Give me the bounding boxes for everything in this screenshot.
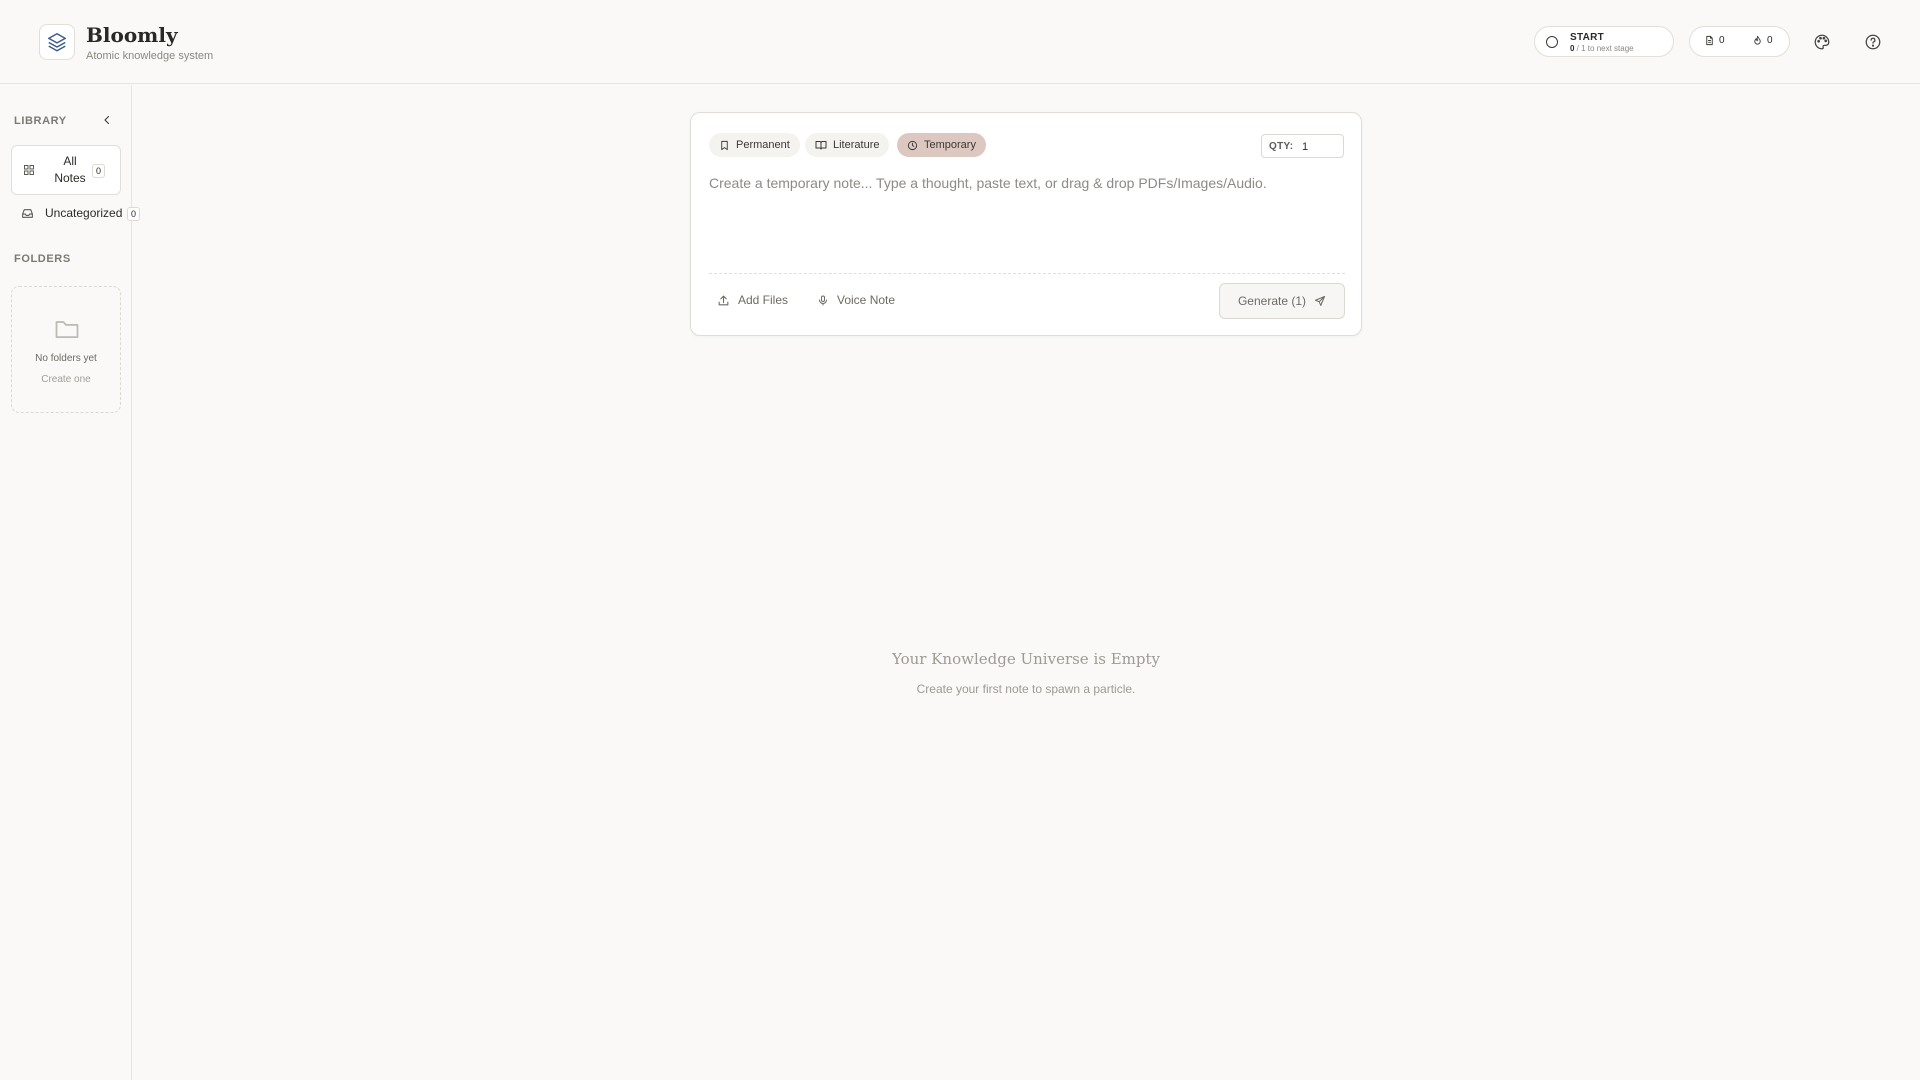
file-icon: [1706, 35, 1713, 46]
quantity-field[interactable]: QTY:: [1261, 134, 1344, 158]
tab-permanent[interactable]: Permanent: [709, 133, 800, 157]
sidebar-item-uncategorized[interactable]: Uncategorized 0: [11, 203, 141, 223]
library-heading: LIBRARY: [14, 115, 67, 127]
uncategorized-label: Uncategorized: [45, 206, 123, 220]
stats-pill[interactable]: 0 0: [1689, 26, 1790, 57]
all-notes-count-badge: 0: [92, 164, 106, 178]
stage-name: START: [1570, 32, 1605, 43]
all-notes-label: All Notes: [54, 154, 86, 185]
book-open-icon: [815, 141, 827, 150]
create-folder-link[interactable]: Create one: [12, 374, 120, 385]
uncategorized-count-badge: 0: [127, 207, 141, 221]
notes-count: 0: [1704, 35, 1725, 46]
circle-icon: [1546, 36, 1558, 48]
app-header: Bloomly Atomic knowledge system START 0 …: [0, 0, 1920, 84]
quantity-label: QTY:: [1269, 141, 1294, 152]
empty-state-title: Your Knowledge Universe is Empty: [892, 650, 1160, 668]
quantity-input[interactable]: [1302, 138, 1340, 155]
grid-icon: [24, 165, 34, 175]
stage-progress-pill[interactable]: START 0 / 1 to next stage: [1534, 26, 1674, 57]
microphone-icon: [819, 295, 827, 305]
help-button[interactable]: [1863, 32, 1883, 52]
chevron-left-icon: [104, 115, 110, 125]
bookmark-icon: [721, 140, 728, 150]
flame-icon: [1754, 35, 1761, 45]
folders-heading: FOLDERS: [14, 253, 71, 265]
composer-divider: [709, 273, 1345, 274]
palette-icon: [1814, 34, 1830, 50]
collapse-sidebar-button[interactable]: [99, 112, 115, 128]
generate-button[interactable]: Generate (1): [1219, 283, 1345, 319]
send-icon: [1315, 296, 1326, 306]
folders-empty-state: No folders yet Create one: [11, 286, 121, 413]
layers-icon: [48, 33, 66, 52]
no-folders-text: No folders yet: [35, 353, 97, 364]
clock-icon: [907, 140, 918, 150]
app-subtitle: Atomic knowledge system: [86, 50, 214, 62]
sidebar: LIBRARY All Notes 0 Uncategorized 0 FOLD…: [0, 85, 141, 1080]
tab-temporary[interactable]: Temporary: [897, 133, 986, 157]
streak-count: 0: [1752, 35, 1773, 46]
tab-literature[interactable]: Literature: [805, 133, 890, 157]
inbox-icon: [22, 209, 33, 218]
theme-button[interactable]: [1812, 32, 1832, 52]
help-circle-icon: [1865, 34, 1881, 50]
note-input[interactable]: [709, 175, 1345, 255]
app-title: Bloomly: [86, 23, 178, 47]
add-files-button[interactable]: Add Files: [717, 290, 788, 310]
stage-progress-text: 0 / 1 to next stage: [1570, 44, 1634, 53]
voice-note-button[interactable]: Voice Note: [817, 290, 895, 310]
note-composer: Permanent Literature Temporary QTY: Add …: [690, 112, 1362, 336]
app-logo[interactable]: [39, 24, 75, 60]
folder-icon: [55, 321, 79, 339]
sidebar-item-all-notes[interactable]: All Notes 0: [11, 145, 121, 195]
empty-state-subtitle: Create your first note to spawn a partic…: [916, 682, 1136, 696]
upload-icon: [718, 295, 729, 305]
